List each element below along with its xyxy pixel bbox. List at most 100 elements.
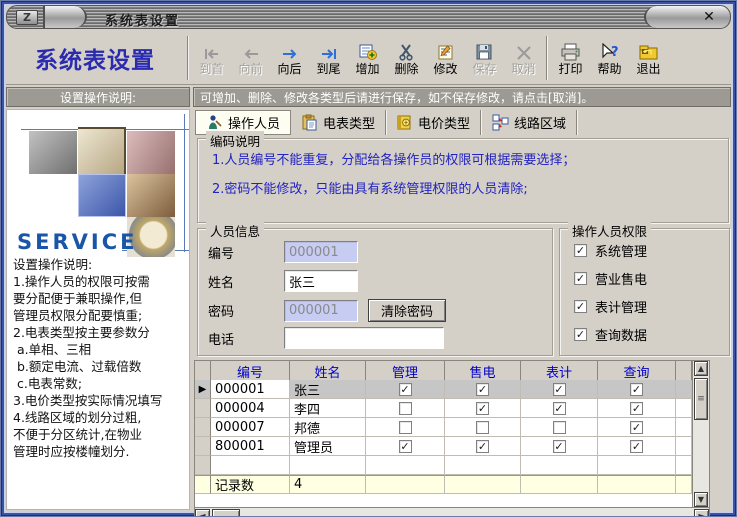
collage-image-straps (127, 131, 175, 174)
tab-label: 线路区域 (514, 113, 566, 132)
record-count-value: 4 (290, 475, 366, 494)
password-field[interactable] (284, 300, 358, 322)
scroll-up-icon[interactable]: ▲ (694, 361, 708, 376)
cell-manage[interactable]: ✓ (366, 380, 445, 399)
help-button[interactable]: ? 帮助 (590, 34, 629, 82)
grid-checkbox[interactable]: ✓ (630, 440, 643, 453)
cell-manage[interactable] (366, 418, 445, 437)
add-button[interactable]: 增加 (348, 34, 387, 82)
group-title: 人员信息 (206, 221, 264, 240)
clear-password-button[interactable]: 清除密码 (368, 299, 446, 322)
cell-id[interactable]: 800001 (211, 437, 290, 456)
grid-checkbox[interactable]: ✓ (630, 383, 643, 396)
grid-checkbox[interactable]: ✓ (553, 440, 566, 453)
cell-sale[interactable]: ✓ (445, 437, 521, 456)
cell-name[interactable]: 李四 (290, 399, 366, 418)
cell-sale[interactable]: ✓ (445, 380, 521, 399)
scroll-right-icon[interactable]: ► (694, 509, 709, 517)
grid-checkbox[interactable]: ✓ (476, 440, 489, 453)
row-selector[interactable]: ▶ (195, 380, 211, 399)
cell-meter[interactable]: ✓ (521, 437, 598, 456)
cell-meter[interactable]: ✓ (521, 399, 598, 418)
empty-cell (521, 456, 598, 475)
row-selector[interactable] (195, 456, 211, 475)
scroll-left-icon[interactable]: ◄ (195, 509, 210, 517)
sales-checkbox[interactable]: ✓ (574, 272, 587, 285)
checkbox-label: 系统管理 (595, 241, 647, 260)
grid-checkbox[interactable]: ✓ (399, 383, 412, 396)
prev-button[interactable]: 向前 (231, 34, 270, 82)
group-title: 操作人员权限 (568, 221, 651, 240)
tab-line-region[interactable]: 线路区域 (481, 110, 577, 135)
cell-id[interactable]: 000004 (211, 399, 290, 418)
grid-checkbox[interactable]: ✓ (399, 440, 412, 453)
cell-name[interactable]: 管理员 (290, 437, 366, 456)
grid-checkbox[interactable]: ✓ (630, 402, 643, 415)
cell-query[interactable]: ✓ (598, 399, 676, 418)
password-field-label: 密码 (208, 301, 284, 320)
cell-manage[interactable]: ✓ (366, 437, 445, 456)
vertical-scrollbar[interactable]: ▲ ≡ ▼ (692, 361, 709, 507)
tab-meter-type[interactable]: 电表类型 (291, 110, 386, 135)
grid-checkbox[interactable]: ✓ (553, 383, 566, 396)
first-button[interactable]: 到首 (192, 34, 231, 82)
exit-icon (638, 39, 660, 61)
cell-query[interactable]: ✓ (598, 380, 676, 399)
footer-selector (195, 475, 211, 494)
exit-button[interactable]: 退出 (629, 34, 668, 82)
delete-icon (397, 39, 417, 61)
cell-name[interactable]: 邦德 (290, 418, 366, 437)
grid-checkbox[interactable]: ✓ (553, 402, 566, 415)
phone-field[interactable] (284, 327, 444, 349)
coding-notes-group: 编码说明 1.人员编号不能重复，分配给各操作员的权限可根据需要选择； 2.密码不… (197, 138, 729, 223)
empty-cell (445, 456, 521, 475)
id-field[interactable] (284, 241, 358, 263)
empty-cell (290, 456, 366, 475)
modify-button[interactable]: 修改 (426, 34, 465, 82)
scrollbar-thumb[interactable] (212, 509, 240, 517)
app-logo-icon: Z (16, 10, 38, 25)
grid-checkbox[interactable] (553, 421, 566, 434)
grid-checkbox[interactable]: ✓ (476, 383, 489, 396)
app-window: Z 系统表设置 ✕ 系统表设置 到首 向前 向后 (0, 0, 737, 517)
toolbar-separator (187, 36, 189, 80)
print-button[interactable]: 打印 (551, 34, 590, 82)
cell-sale[interactable]: ✓ (445, 399, 521, 418)
name-field-label: 姓名 (208, 272, 284, 291)
grid-checkbox[interactable] (399, 402, 412, 415)
last-button[interactable]: 到尾 (309, 34, 348, 82)
instruction-line: 1.操作人员的权限可按需 (13, 273, 187, 290)
system-manage-checkbox[interactable]: ✓ (574, 244, 587, 257)
horizontal-scrollbar[interactable]: ◄ ► (194, 508, 710, 517)
cell-meter[interactable] (521, 418, 598, 437)
page-title: 系统表设置 (6, 41, 184, 75)
scrollbar-thumb[interactable]: ≡ (694, 378, 708, 420)
grid-checkbox[interactable]: ✓ (630, 421, 643, 434)
save-button[interactable]: 保存 (465, 34, 504, 82)
cell-manage[interactable] (366, 399, 445, 418)
delete-button[interactable]: 删除 (387, 34, 426, 82)
row-selector[interactable] (195, 437, 211, 456)
scroll-down-icon[interactable]: ▼ (694, 492, 708, 507)
cell-id[interactable]: 000007 (211, 418, 290, 437)
grid-checkbox[interactable] (476, 421, 489, 434)
grid-checkbox[interactable] (399, 421, 412, 434)
cell-query[interactable]: ✓ (598, 437, 676, 456)
button-label: 保存 (472, 62, 496, 76)
cell-query[interactable]: ✓ (598, 418, 676, 437)
cell-name[interactable]: 张三 (290, 380, 366, 399)
grid-checkbox[interactable]: ✓ (476, 402, 489, 415)
next-button[interactable]: 向后 (270, 34, 309, 82)
row-selector[interactable] (195, 399, 211, 418)
close-icon[interactable]: ✕ (700, 8, 718, 26)
cell-meter[interactable]: ✓ (521, 380, 598, 399)
cell-id[interactable]: 000001 (211, 380, 290, 399)
query-data-checkbox[interactable]: ✓ (574, 328, 587, 341)
tab-label: 操作人员 (228, 113, 280, 132)
meter-manage-checkbox[interactable]: ✓ (574, 300, 587, 313)
tab-price-type[interactable]: 电价类型 (386, 110, 481, 135)
cancel-button[interactable]: 取消 (504, 34, 543, 82)
row-selector[interactable] (195, 418, 211, 437)
name-field[interactable] (284, 270, 358, 292)
cell-sale[interactable] (445, 418, 521, 437)
